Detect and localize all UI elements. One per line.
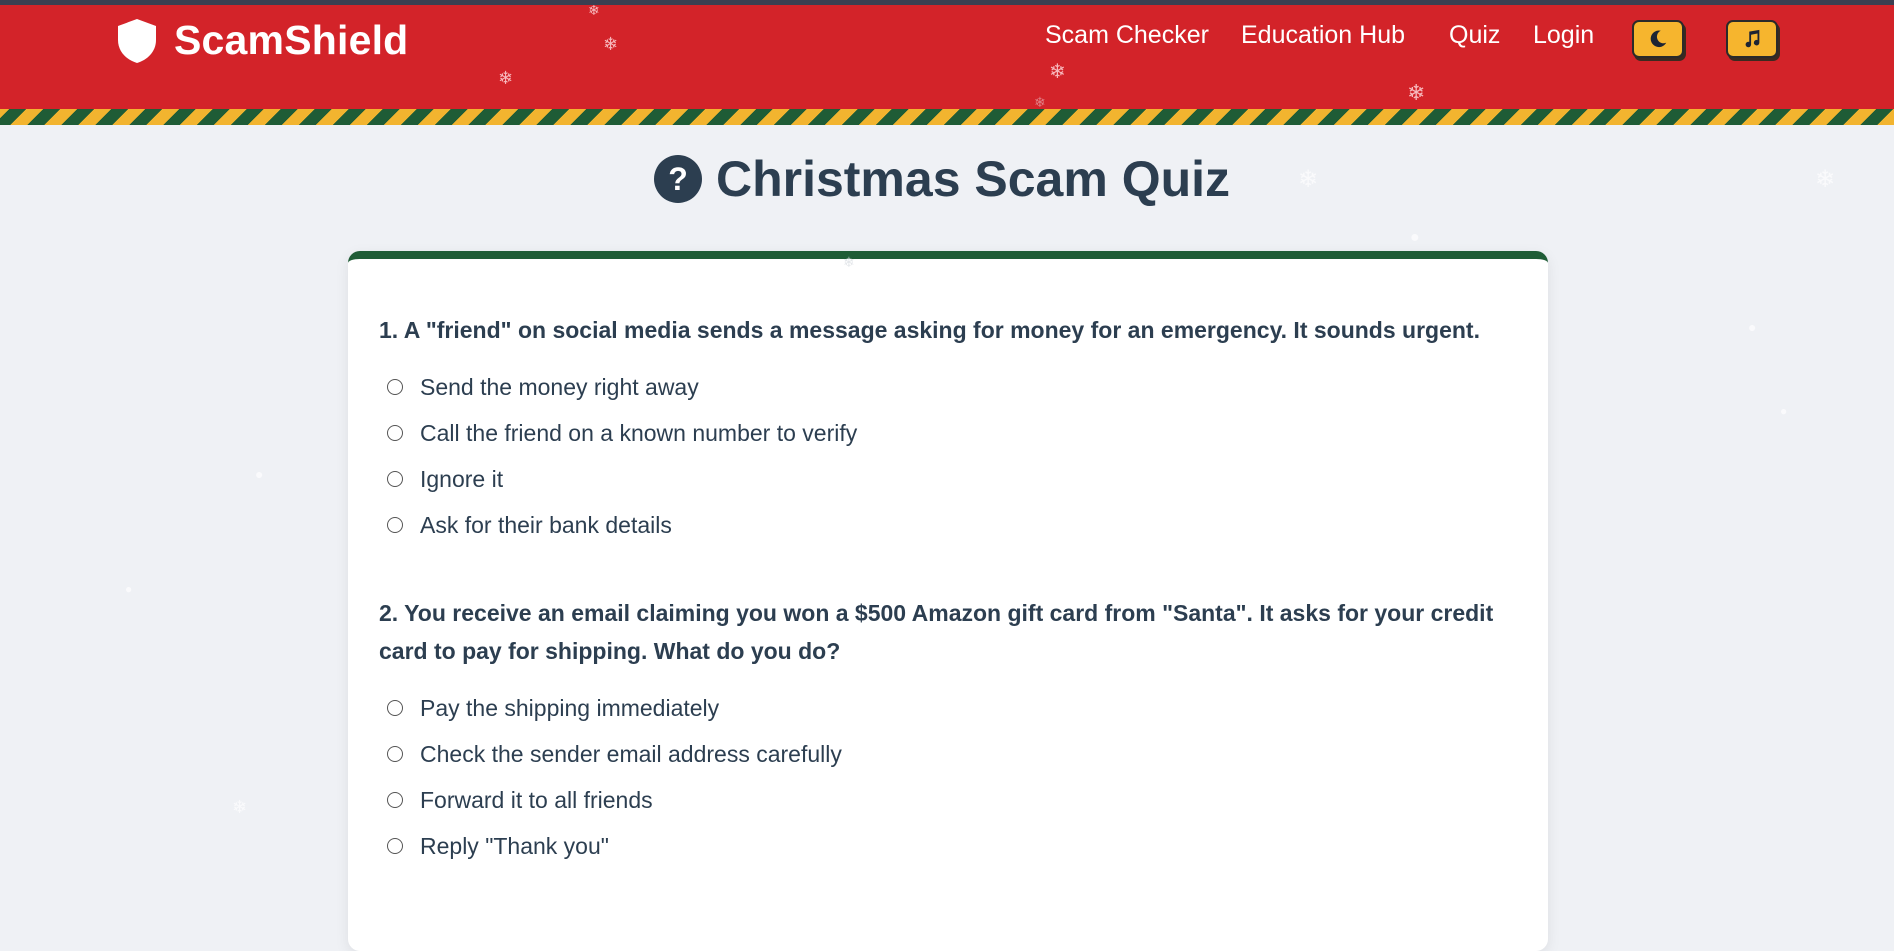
option-label: Pay the shipping immediately bbox=[420, 694, 720, 721]
answer-option[interactable]: Send the money right away bbox=[379, 364, 1519, 410]
candy-stripe-divider bbox=[0, 109, 1894, 125]
page-title: Christmas Scam Quiz bbox=[715, 151, 1231, 207]
quiz-question: 2. You receive an email claiming you won… bbox=[379, 594, 1519, 869]
snowflake-icon: ❄ bbox=[588, 5, 600, 18]
snowflake-icon: ❄ bbox=[498, 68, 514, 88]
snowflake-icon: ❄ bbox=[1034, 94, 1046, 109]
question-text: 1. A "friend" on social media sends a me… bbox=[379, 317, 1480, 343]
snowflake-icon: ● bbox=[1410, 229, 1420, 246]
shield-icon bbox=[118, 18, 156, 63]
radio-button[interactable] bbox=[387, 746, 403, 762]
answer-option[interactable]: Check the sender email address carefully bbox=[379, 731, 1519, 777]
radio-button[interactable] bbox=[387, 517, 403, 533]
radio-button[interactable] bbox=[387, 379, 403, 395]
question-text: 2. You receive an email claiming you won… bbox=[379, 600, 1494, 664]
nav-quiz[interactable]: Quiz bbox=[1449, 21, 1500, 50]
moon-icon bbox=[1650, 30, 1667, 48]
site-header: ❄ ❄ ❄ ❄ ❄ ❄ ScamShield Scam Checker Educ… bbox=[0, 5, 1894, 109]
dark-mode-toggle[interactable] bbox=[1632, 20, 1684, 58]
answer-option[interactable]: Pay the shipping immediately bbox=[379, 685, 1519, 731]
snowflake-icon: ❄ bbox=[232, 797, 248, 817]
snowflake-icon: ● bbox=[255, 466, 264, 482]
quiz-question: 1. A "friend" on social media sends a me… bbox=[379, 311, 1519, 548]
question-circle-icon: ? bbox=[653, 155, 702, 203]
snowflake-icon: ● bbox=[1748, 319, 1757, 335]
music-note-icon bbox=[1745, 29, 1760, 48]
nav-login[interactable]: Login bbox=[1533, 21, 1594, 50]
option-label: Check the sender email address carefully bbox=[420, 740, 842, 767]
nav-education-hub[interactable]: Education Hub bbox=[1241, 21, 1405, 50]
music-toggle[interactable] bbox=[1726, 20, 1778, 58]
option-label: Forward it to all friends bbox=[420, 786, 653, 813]
page-heading: ? Christmas Scam Quiz bbox=[0, 150, 1894, 208]
snowflake-icon: ❄ bbox=[1049, 61, 1066, 83]
brand-logo[interactable]: ScamShield bbox=[116, 17, 408, 64]
option-label: Call the friend on a known number to ver… bbox=[420, 419, 858, 446]
answer-option[interactable]: Reply "Thank you" bbox=[379, 823, 1519, 869]
snowflake-icon: ● bbox=[125, 582, 133, 596]
nav-scam-checker[interactable]: Scam Checker bbox=[1045, 21, 1209, 50]
radio-button[interactable] bbox=[387, 838, 403, 854]
answer-option[interactable]: Forward it to all friends bbox=[379, 777, 1519, 823]
answer-option[interactable]: Ignore it bbox=[379, 456, 1519, 502]
option-label: Reply "Thank you" bbox=[420, 832, 609, 859]
snowflake-icon: ❄ bbox=[1407, 80, 1426, 105]
radio-button[interactable] bbox=[387, 471, 403, 487]
radio-button[interactable] bbox=[387, 792, 403, 808]
quiz-card: ❄ 1. A "friend" on social media sends a … bbox=[348, 251, 1548, 951]
snowflake-icon: ● bbox=[1780, 404, 1788, 418]
option-label: Send the money right away bbox=[420, 373, 699, 400]
radio-button[interactable] bbox=[387, 425, 403, 441]
answer-option[interactable]: Ask for their bank details bbox=[379, 502, 1519, 548]
brand-name: ScamShield bbox=[174, 17, 409, 63]
snowflake-icon: ❄ bbox=[603, 34, 619, 54]
option-label: Ignore it bbox=[420, 465, 504, 492]
option-label: Ask for their bank details bbox=[420, 511, 672, 538]
snowflake-icon: ❄ bbox=[843, 254, 855, 270]
answer-option[interactable]: Call the friend on a known number to ver… bbox=[379, 410, 1519, 456]
radio-button[interactable] bbox=[387, 700, 403, 716]
